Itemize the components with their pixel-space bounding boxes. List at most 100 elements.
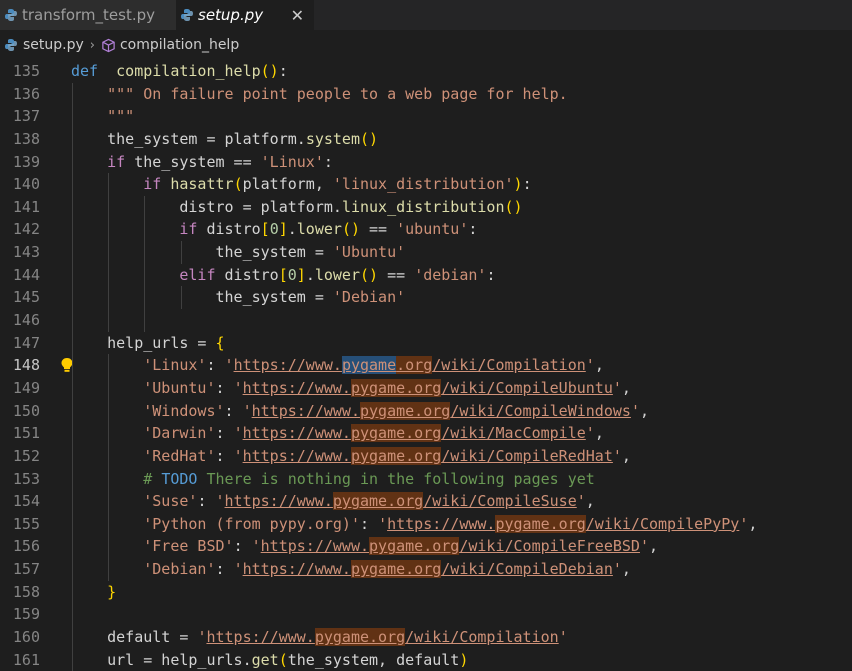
- close-icon[interactable]: ✕: [291, 6, 304, 25]
- line-number: 155: [12, 514, 40, 533]
- code-token: ': [215, 492, 225, 511]
- code-line[interactable]: 156 'Free BSD': 'https://www.pygame.org/…: [0, 535, 852, 559]
- code-line[interactable]: 151 'Darwin': 'https://www.pygame.org/wi…: [0, 422, 852, 445]
- tab-setup[interactable]: setup.py ✕: [176, 0, 314, 30]
- code-token: https://www.: [260, 537, 370, 556]
- code-token: ': [378, 514, 388, 533]
- code-line[interactable]: 149 'Ubuntu': 'https://www.pygame.org/wi…: [0, 376, 852, 400]
- code-token: 'Windows': [143, 401, 225, 420]
- code-token: ': [251, 537, 261, 556]
- code-token: ': [233, 560, 243, 579]
- code-token: 'linux_distribution': [332, 175, 514, 194]
- code-token: if: [179, 220, 198, 239]
- code-token: https://www.: [251, 401, 360, 420]
- code-line[interactable]: 139 if the_system == 'Linux':: [0, 150, 852, 174]
- code-token: pygame.org: [495, 514, 586, 533]
- code-token: ': [233, 424, 243, 443]
- code-token: }: [107, 582, 117, 601]
- code-line[interactable]: 136 """ On failure point people to a web…: [0, 82, 852, 106]
- code-line[interactable]: 137 """: [0, 105, 852, 128]
- code-text: help_urls = {: [71, 331, 225, 355]
- code-token: ': [739, 514, 749, 533]
- indent-guide: [72, 105, 73, 128]
- code-line[interactable]: 148 'Linux': 'https://www.pygame.org/wik…: [0, 354, 852, 377]
- gutter: [40, 264, 71, 287]
- code-token: /wiki/MacCompile: [441, 424, 586, 443]
- tab-bar: transform_test.py setup.py ✕: [0, 0, 852, 30]
- code-line[interactable]: 145 the_system = 'Debian': [0, 286, 852, 310]
- code-line[interactable]: 144 elif distro[0].lower() == 'debian':: [0, 263, 852, 287]
- code-line[interactable]: 159: [0, 603, 852, 627]
- breadcrumb-file[interactable]: setup.py: [23, 37, 84, 53]
- method-cube-icon: [102, 38, 115, 52]
- code-text: def compilation_help():: [71, 60, 288, 83]
- code-token: [: [260, 220, 270, 239]
- code-line[interactable]: 138 the_system = platform.system(): [0, 127, 852, 151]
- indent-guide: [72, 354, 73, 377]
- line-number: 139: [12, 152, 40, 171]
- code-line[interactable]: 153 # TODO There is nothing in the follo…: [0, 467, 852, 491]
- code-line[interactable]: 135 def compilation_help():: [0, 60, 852, 83]
- line-number: 136: [12, 84, 40, 103]
- code-line[interactable]: 158 }: [0, 580, 852, 604]
- code-editor[interactable]: 135 def compilation_help(): 136 """ On fai…: [0, 60, 852, 671]
- code-line[interactable]: 150 'Windows': 'https://www.pygame.org/w…: [0, 399, 852, 423]
- indent-guide: [108, 376, 110, 400]
- code-text: if hasattr(platform, 'linux_distribution…: [71, 173, 532, 196]
- code-token: /wiki/CompileRedHat: [441, 446, 613, 465]
- code-line[interactable]: 157 'Debian': 'https://www.pygame.org/wi…: [0, 558, 852, 581]
- code-token: :: [215, 424, 234, 443]
- code-token: https://www.: [206, 628, 315, 647]
- code-token: linux_distribution: [341, 197, 505, 216]
- code-text: elif distro[0].lower() == 'debian':: [71, 263, 495, 287]
- code-line[interactable]: 146: [0, 309, 852, 332]
- code-token: (): [260, 62, 279, 80]
- code-line[interactable]: 147 help_urls = {: [0, 331, 852, 355]
- code-token: .org: [396, 356, 433, 375]
- indent-guide: [180, 241, 182, 264]
- code-line[interactable]: 152 'RedHat': 'https://www.pygame.org/wi…: [0, 444, 852, 468]
- line-number: 141: [12, 197, 40, 216]
- code-line[interactable]: 142 if distro[0].lower() == 'ubuntu':: [0, 218, 852, 242]
- gutter: [40, 151, 71, 174]
- code-line[interactable]: 140 if hasattr(platform, 'linux_distribu…: [0, 173, 852, 196]
- code-text: 'Windows': 'https://www.pygame.org/wiki/…: [71, 399, 649, 423]
- code-token: ,: [649, 537, 659, 556]
- code-line[interactable]: 154 'Suse': 'https://www.pygame.org/wiki…: [0, 490, 852, 513]
- gutter: [40, 490, 71, 513]
- indent-guide: [108, 422, 110, 445]
- breadcrumb: setup.py › compilation_help: [0, 30, 852, 60]
- gutter: [40, 626, 71, 649]
- code-token: https://www.: [387, 514, 496, 533]
- gutter: [40, 422, 71, 445]
- code-token: 'Darwin': [143, 424, 216, 443]
- indent-guide: [72, 444, 73, 468]
- code-token: 'Linux': [143, 356, 207, 375]
- tab-label: setup.py: [198, 6, 264, 24]
- code-token: #: [143, 469, 162, 488]
- code-line[interactable]: 141 distro = platform.linux_distribution…: [0, 195, 852, 219]
- code-line[interactable]: 160 default = ' https://www.pygame.org/wi…: [0, 626, 852, 649]
- code-token: platform,: [242, 175, 333, 194]
- tab-transform-test[interactable]: transform_test.py: [0, 0, 176, 30]
- python-file-icon: [181, 9, 193, 21]
- code-token: :: [278, 62, 288, 80]
- code-line[interactable]: 143 the_system = 'Ubuntu': [0, 241, 852, 264]
- indent-guide: [72, 218, 73, 242]
- code-line[interactable]: 161 url = help_urls.get(the_system, defa…: [0, 648, 852, 671]
- breadcrumb-symbol[interactable]: compilation_help: [120, 37, 239, 53]
- code-token: ': [639, 537, 649, 556]
- code-line[interactable]: 155 'Python (from pypy.org)': 'https://w…: [0, 512, 852, 536]
- code-token: 'Free BSD': [143, 537, 234, 556]
